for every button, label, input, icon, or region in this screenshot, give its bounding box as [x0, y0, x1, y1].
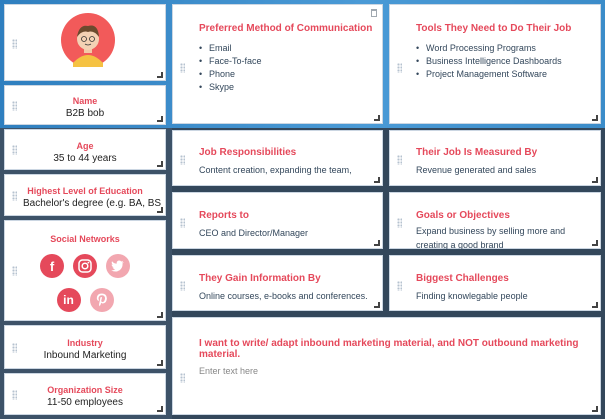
resize-handle[interactable] [592, 302, 598, 308]
name-label: Name [72, 96, 98, 106]
organization-size-label: Organization Size [47, 385, 123, 395]
social-networks-label: Social Networks [50, 234, 120, 244]
age-value: 35 to 44 years [53, 153, 117, 164]
tools-card[interactable]: Tools They Need to Do Their Job Word Pro… [389, 4, 601, 124]
resize-handle[interactable] [157, 406, 163, 412]
drag-handle[interactable] [12, 191, 17, 201]
resize-handle[interactable] [157, 360, 163, 366]
resize-handle[interactable] [157, 312, 163, 318]
social-row-2: in [5, 288, 165, 312]
drag-handle[interactable] [12, 343, 17, 353]
list-item: Project Management Software [416, 68, 600, 81]
organization-size-card[interactable]: Organization Size 11-50 employees [4, 373, 166, 415]
communication-title: Preferred Method of Communication [199, 23, 373, 34]
social-row-1: f [5, 254, 165, 278]
resize-handle[interactable] [157, 207, 163, 213]
name-value: B2B bob [65, 108, 105, 119]
drag-handle[interactable] [180, 155, 185, 165]
age-card[interactable]: Age 35 to 44 years [4, 129, 166, 170]
drag-handle[interactable] [397, 155, 402, 165]
resize-handle[interactable] [374, 115, 380, 121]
gain-information-title: They Gain Information By [199, 273, 321, 284]
industry-label: Industry [67, 338, 103, 348]
drag-handle[interactable] [12, 390, 17, 400]
resize-handle[interactable] [374, 302, 380, 308]
list-item: Word Processing Programs [416, 42, 600, 55]
education-card[interactable]: Highest Level of Education Bachelor's de… [4, 174, 166, 216]
drag-handle[interactable] [180, 281, 185, 291]
drag-handle[interactable] [12, 39, 17, 49]
instagram-icon[interactable] [73, 254, 97, 278]
biggest-challenges-title: Biggest Challenges [416, 273, 509, 284]
facebook-icon[interactable]: f [40, 254, 64, 278]
biggest-challenges-card[interactable]: Biggest Challenges Finding knowlegable p… [389, 255, 601, 311]
reports-to-title: Reports to [199, 210, 249, 221]
resize-handle[interactable] [157, 72, 163, 78]
industry-value: Inbound Marketing [43, 350, 127, 361]
list-item: Email [199, 42, 382, 55]
job-responsibilities-text: Content creation, expanding the team, [199, 165, 352, 175]
list-item: Skype [199, 81, 382, 94]
education-value: Bachelor's degree (e.g. BA, BS [23, 198, 162, 209]
drag-handle[interactable] [397, 218, 402, 228]
goals-text-line1: Expand business by selling more and [416, 226, 566, 236]
trash-icon[interactable] [371, 9, 377, 17]
job-responsibilities-card[interactable]: Job Responsibilities Content creation, e… [172, 130, 383, 186]
list-item: Face-To-face [199, 55, 382, 68]
drag-handle[interactable] [180, 373, 185, 383]
pinterest-icon[interactable] [89, 288, 114, 312]
biggest-challenges-text: Finding knowlegable people [416, 291, 528, 301]
communication-card[interactable]: Preferred Method of Communication Email … [172, 4, 383, 124]
statement-title: I want to write/ adapt inbound marketing… [199, 338, 579, 360]
measured-by-title: Their Job Is Measured By [416, 147, 538, 158]
goals-title: Goals or Objectives [416, 210, 510, 221]
drag-handle[interactable] [12, 145, 17, 155]
name-card[interactable]: Name B2B bob [4, 85, 166, 125]
job-responsibilities-title: Job Responsibilities [199, 147, 297, 158]
drag-handle[interactable] [12, 101, 17, 111]
tools-list: Word Processing Programs Business Intell… [416, 42, 600, 81]
age-label: Age [76, 141, 94, 151]
avatar [61, 13, 115, 67]
measured-by-text: Revenue generated and sales [416, 165, 537, 175]
linkedin-icon[interactable]: in [56, 288, 81, 312]
measured-by-card[interactable]: Their Job Is Measured By Revenue generat… [389, 130, 601, 186]
tools-title: Tools They Need to Do Their Job [416, 23, 572, 34]
drag-handle[interactable] [12, 266, 17, 276]
reports-to-text: CEO and Director/Manager [199, 228, 309, 238]
twitter-icon[interactable] [106, 254, 130, 278]
statement-text-input[interactable]: Enter text here [199, 366, 600, 376]
list-item: Phone [199, 68, 382, 81]
reports-to-card[interactable]: Reports to CEO and Director/Manager [172, 192, 383, 249]
drag-handle[interactable] [397, 281, 402, 291]
resize-handle[interactable] [157, 116, 163, 122]
communication-list: Email Face-To-face Phone Skype [199, 42, 382, 94]
gain-information-text: Online courses, e-books and conferences. [199, 291, 368, 301]
education-label: Highest Level of Education [27, 186, 143, 196]
avatar-card [4, 4, 166, 81]
organization-size-value: 11-50 employees [47, 397, 123, 408]
gain-information-card[interactable]: They Gain Information By Online courses,… [172, 255, 383, 311]
resize-handle[interactable] [374, 177, 380, 183]
social-networks-card[interactable]: Social Networks f in [4, 220, 166, 321]
list-item: Business Intelligence Dashboards [416, 55, 600, 68]
resize-handle[interactable] [157, 161, 163, 167]
industry-card[interactable]: Industry Inbound Marketing [4, 325, 166, 369]
resize-handle[interactable] [374, 240, 380, 246]
drag-handle[interactable] [180, 63, 185, 73]
resize-handle[interactable] [592, 240, 598, 246]
statement-card[interactable]: I want to write/ adapt inbound marketing… [172, 317, 601, 415]
resize-handle[interactable] [592, 115, 598, 121]
drag-handle[interactable] [397, 63, 402, 73]
resize-handle[interactable] [592, 177, 598, 183]
goals-text-line2: creating a good brand [416, 240, 504, 250]
resize-handle[interactable] [592, 406, 598, 412]
goals-card[interactable]: Goals or Objectives Expand business by s… [389, 192, 601, 250]
avatar-icon [61, 13, 115, 67]
drag-handle[interactable] [180, 218, 185, 228]
